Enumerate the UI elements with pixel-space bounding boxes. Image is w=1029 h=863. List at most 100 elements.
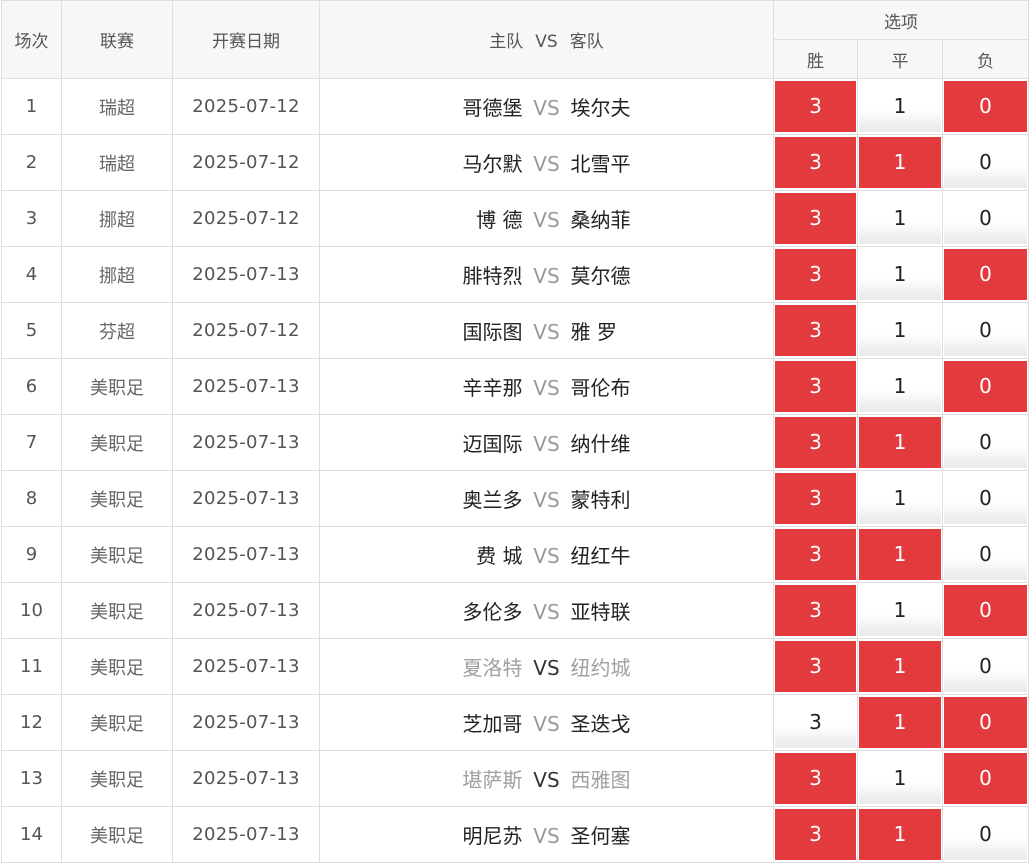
home-team: 哥德堡: [462, 96, 523, 120]
away-team: 北雪平: [570, 152, 631, 176]
option-loss-button[interactable]: 0: [944, 697, 1028, 748]
option-loss-button[interactable]: 0: [944, 809, 1028, 860]
away-team: 纽红牛: [570, 544, 631, 568]
option-loss-button[interactable]: 0: [944, 249, 1028, 300]
option-win-button[interactable]: 3: [775, 529, 856, 580]
option-draw-button[interactable]: 1: [859, 473, 941, 524]
league-name: 美职足: [61, 806, 173, 863]
option-draw-button[interactable]: 1: [859, 249, 941, 300]
option-cell-loss: 0: [941, 582, 1029, 639]
table-row: 11 美职足 2025-07-13 夏洛特 VS 纽约城 3 1 0: [1, 638, 1029, 695]
match-teams: 芝加哥 VS 圣迭戈: [319, 694, 774, 751]
match-teams: 哥德堡 VS 埃尔夫: [319, 78, 774, 135]
option-win-button[interactable]: 3: [775, 417, 856, 468]
option-win-button[interactable]: 3: [775, 81, 856, 132]
option-cell-loss: 0: [941, 414, 1029, 471]
option-cell-draw: 1: [857, 190, 943, 247]
option-win-button[interactable]: 3: [775, 361, 856, 412]
option-cell-win: 3: [773, 470, 858, 527]
match-date: 2025-07-13: [172, 358, 320, 415]
match-teams: 夏洛特 VS 纽约城: [319, 638, 774, 695]
match-teams: 辛辛那 VS 哥伦布: [319, 358, 774, 415]
league-name: 瑞超: [61, 78, 173, 135]
match-number: 11: [1, 638, 62, 695]
match-number: 8: [1, 470, 62, 527]
league-name: 美职足: [61, 638, 173, 695]
option-draw-button[interactable]: 1: [859, 193, 941, 244]
option-loss-button[interactable]: 0: [944, 361, 1028, 412]
option-draw-button[interactable]: 1: [859, 361, 941, 412]
home-team: 多伦多: [462, 600, 523, 624]
option-loss-button[interactable]: 0: [944, 193, 1028, 244]
table-row: 7 美职足 2025-07-13 迈国际 VS 纳什维 3 1 0: [1, 414, 1029, 471]
option-loss-button[interactable]: 0: [944, 81, 1028, 132]
match-number: 6: [1, 358, 62, 415]
option-draw-button[interactable]: 1: [859, 81, 941, 132]
vs-label: VS: [533, 824, 560, 848]
option-cell-win: 3: [773, 302, 858, 359]
option-loss-button[interactable]: 0: [944, 137, 1028, 188]
option-loss-button[interactable]: 0: [944, 305, 1028, 356]
match-teams: 国际图 VS 雅 罗: [319, 302, 774, 359]
league-name: 芬超: [61, 302, 173, 359]
match-date: 2025-07-12: [172, 302, 320, 359]
option-cell-win: 3: [773, 134, 858, 191]
option-draw-button[interactable]: 1: [859, 417, 941, 468]
match-date: 2025-07-12: [172, 134, 320, 191]
match-date: 2025-07-13: [172, 246, 320, 303]
option-win-button[interactable]: 3: [775, 753, 856, 804]
option-draw-button[interactable]: 1: [859, 585, 941, 636]
match-date: 2025-07-13: [172, 638, 320, 695]
home-team: 辛辛那: [462, 376, 523, 400]
option-win-button[interactable]: 3: [775, 697, 856, 748]
home-team: 博 德: [476, 208, 523, 232]
option-loss-button[interactable]: 0: [944, 473, 1028, 524]
option-win-button[interactable]: 3: [775, 137, 856, 188]
option-cell-loss: 0: [941, 806, 1029, 863]
option-win-button[interactable]: 3: [775, 809, 856, 860]
vs-label: VS: [533, 208, 560, 232]
option-win-button[interactable]: 3: [775, 193, 856, 244]
match-teams: 腓特烈 VS 莫尔德: [319, 246, 774, 303]
option-cell-win: 3: [773, 694, 858, 751]
option-win-button[interactable]: 3: [775, 249, 856, 300]
option-loss-button[interactable]: 0: [944, 641, 1028, 692]
match-number: 12: [1, 694, 62, 751]
option-cell-win: 3: [773, 526, 858, 583]
option-loss-button[interactable]: 0: [944, 529, 1028, 580]
option-loss-button[interactable]: 0: [944, 753, 1028, 804]
option-cell-loss: 0: [941, 246, 1029, 303]
option-draw-button[interactable]: 1: [859, 809, 941, 860]
option-cell-draw: 1: [857, 806, 943, 863]
option-loss-button[interactable]: 0: [944, 417, 1028, 468]
table-row: 13 美职足 2025-07-13 堪萨斯 VS 西雅图 3 1 0: [1, 750, 1029, 807]
option-cell-draw: 1: [857, 246, 943, 303]
match-number: 9: [1, 526, 62, 583]
option-cell-win: 3: [773, 246, 858, 303]
option-cell-loss: 0: [941, 134, 1029, 191]
vs-label: VS: [533, 712, 560, 736]
home-team: 堪萨斯: [462, 768, 523, 792]
option-win-button[interactable]: 3: [775, 305, 856, 356]
header-index: 场次: [1, 0, 62, 79]
option-win-button[interactable]: 3: [775, 585, 856, 636]
match-teams: 迈国际 VS 纳什维: [319, 414, 774, 471]
option-loss-button[interactable]: 0: [944, 585, 1028, 636]
option-cell-draw: 1: [857, 526, 943, 583]
option-win-button[interactable]: 3: [775, 641, 856, 692]
option-draw-button[interactable]: 1: [859, 641, 941, 692]
table-row: 12 美职足 2025-07-13 芝加哥 VS 圣迭戈 3 1 0: [1, 694, 1029, 751]
away-team: 桑纳菲: [570, 208, 631, 232]
option-draw-button[interactable]: 1: [859, 753, 941, 804]
option-draw-button[interactable]: 1: [859, 137, 941, 188]
option-cell-draw: 1: [857, 78, 943, 135]
away-team: 哥伦布: [570, 376, 631, 400]
header-home: 主队: [489, 32, 524, 52]
option-draw-button[interactable]: 1: [859, 529, 941, 580]
league-name: 挪超: [61, 246, 173, 303]
option-draw-button[interactable]: 1: [859, 305, 941, 356]
option-cell-draw: 1: [857, 414, 943, 471]
league-name: 美职足: [61, 526, 173, 583]
option-win-button[interactable]: 3: [775, 473, 856, 524]
option-draw-button[interactable]: 1: [859, 697, 941, 748]
